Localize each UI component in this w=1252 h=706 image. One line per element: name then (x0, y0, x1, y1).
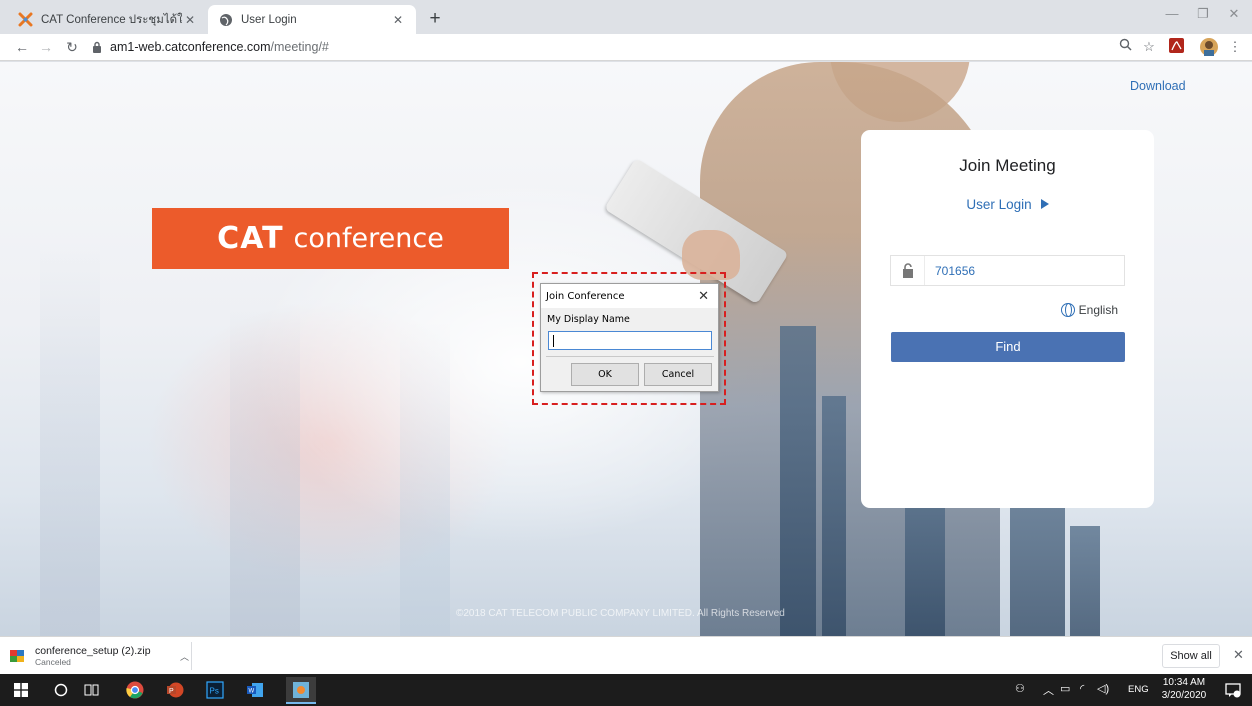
dialog-titlebar: Join Conference ✕ (541, 284, 718, 308)
svg-text:Ps: Ps (210, 687, 219, 696)
find-button[interactable]: Find (891, 332, 1125, 362)
task-view-icon[interactable] (80, 679, 102, 701)
language-selector[interactable]: English (1060, 303, 1118, 317)
windows-taskbar: P Ps W ⚇ ︿ ▭ ◜ ◁) ENG 10:34 AM 3/20/2020 (0, 674, 1252, 706)
user-login-link[interactable]: User Login (861, 197, 1154, 212)
zoom-icon[interactable] (1116, 38, 1134, 56)
joomla-x-icon (18, 12, 33, 27)
meeting-id-field[interactable]: 701656 (890, 255, 1125, 286)
zip-file-icon (10, 650, 24, 662)
close-icon[interactable]: ✕ (1233, 647, 1244, 663)
download-item[interactable]: conference_setup (2).zip Canceled ︿ (10, 642, 192, 670)
pdf-extension-icon[interactable] (1167, 38, 1185, 56)
tab-close-icon[interactable]: ✕ (182, 13, 198, 27)
cat-conference-logo: CAT conference (152, 208, 509, 269)
address-bar[interactable]: am1-web.catconference.com/meeting/# (92, 36, 1187, 58)
chevron-up-icon[interactable]: ︿ (180, 650, 189, 663)
tab-label: User Login (241, 13, 297, 26)
back-arrow-icon[interactable]: ← (12, 37, 32, 57)
chevron-up-icon[interactable]: ︿ (1043, 682, 1054, 698)
tab-close-icon[interactable]: ✕ (390, 13, 406, 27)
download-link[interactable]: Download (1130, 79, 1186, 93)
background-building (400, 322, 450, 636)
browser-tab-strip: CAT Conference ประชุมได้ใช้ชีดจำกั ✕ Use… (0, 0, 1252, 34)
close-icon[interactable]: ✕ (698, 289, 709, 304)
word-app-icon[interactable]: W (244, 679, 266, 701)
volume-icon[interactable]: ◁) (1097, 682, 1109, 695)
join-meeting-panel: Join Meeting User Login 701656 English F… (861, 130, 1154, 508)
battery-icon[interactable]: ▭ (1060, 682, 1070, 695)
meeting-id-value: 701656 (935, 263, 976, 278)
tab-user-login[interactable]: User Login ✕ (208, 5, 416, 34)
lock-icon (92, 41, 102, 53)
chrome-app-icon[interactable] (124, 679, 146, 701)
city-skyline-image (905, 496, 945, 636)
globe-icon (218, 12, 233, 27)
svg-text:W: W (249, 689, 255, 695)
dialog-title: Join Conference (546, 290, 625, 302)
background-building (230, 302, 300, 636)
text-caret (553, 335, 554, 347)
cancel-button[interactable]: Cancel (644, 363, 712, 386)
notification-icon[interactable] (1222, 679, 1244, 701)
browser-toolbar: ← → ↻ am1-web.catconference.com/meeting/… (0, 34, 1252, 61)
ok-button[interactable]: OK (571, 363, 639, 386)
url-path: /meeting/# (270, 40, 329, 54)
download-status: Canceled (35, 656, 71, 667)
photoshop-app-icon[interactable]: Ps (204, 679, 226, 701)
meeting-page: Download CAT conference ©2018 CAT TELECO… (0, 62, 1252, 636)
panel-title: Join Meeting (959, 156, 1056, 175)
svg-text:P: P (169, 688, 174, 695)
dialog-divider (546, 356, 714, 357)
download-file-name: conference_setup (2).zip (35, 644, 151, 657)
new-tab-button[interactable]: + (424, 8, 446, 30)
display-name-label: My Display Name (547, 314, 630, 325)
menu-dots-icon[interactable]: ⋮ (1226, 38, 1244, 56)
powerpoint-app-icon[interactable]: P (164, 679, 186, 701)
city-skyline-image (822, 396, 846, 636)
city-skyline-image (780, 326, 816, 636)
padlock-icon (891, 256, 925, 285)
join-conference-dialog: Join Conference ✕ My Display Name OK Can… (540, 283, 719, 392)
tab-cat-conference[interactable]: CAT Conference ประชุมได้ใช้ชีดจำกั ✕ (8, 5, 208, 34)
language-label: English (1078, 303, 1118, 317)
download-bar: conference_setup (2).zip Canceled ︿ Show… (0, 636, 1252, 674)
logo-brand: CAT (217, 221, 284, 256)
search-icon[interactable] (50, 679, 72, 701)
clock-date: 3/20/2020 (1161, 690, 1207, 701)
globe-icon (1060, 303, 1075, 317)
forward-arrow-icon[interactable]: → (36, 37, 56, 57)
system-clock[interactable]: 10:34 AM 3/20/2020 (1160, 676, 1208, 702)
windows-start-icon[interactable] (10, 679, 32, 701)
conference-app-taskbar-button[interactable] (286, 677, 316, 704)
profile-avatar-icon[interactable] (1200, 38, 1218, 56)
clock-time: 10:34 AM (1162, 677, 1206, 688)
display-name-input[interactable] (548, 331, 712, 350)
language-indicator[interactable]: ENG (1128, 684, 1149, 695)
copyright-footer: ©2018 CAT TELECOM PUBLIC COMPANY LIMITED… (456, 608, 785, 619)
reload-icon[interactable]: ↻ (62, 37, 82, 57)
user-login-label: User Login (966, 197, 1032, 212)
logo-word: conference (293, 223, 444, 254)
window-close-icon[interactable]: ✕ (1214, 6, 1252, 22)
url-domain: am1-web.catconference.com (110, 40, 271, 54)
people-icon[interactable]: ⚇ (1015, 682, 1025, 695)
bookmark-star-icon[interactable]: ☆ (1140, 38, 1158, 56)
wifi-icon[interactable]: ◜ (1080, 682, 1084, 695)
background-building (40, 242, 100, 636)
city-skyline-image (1070, 526, 1100, 636)
play-arrow-icon (1040, 199, 1049, 209)
tab-label: CAT Conference ประชุมได้ใช้ชีดจำกั (41, 13, 182, 26)
show-all-button[interactable]: Show all (1162, 644, 1220, 668)
